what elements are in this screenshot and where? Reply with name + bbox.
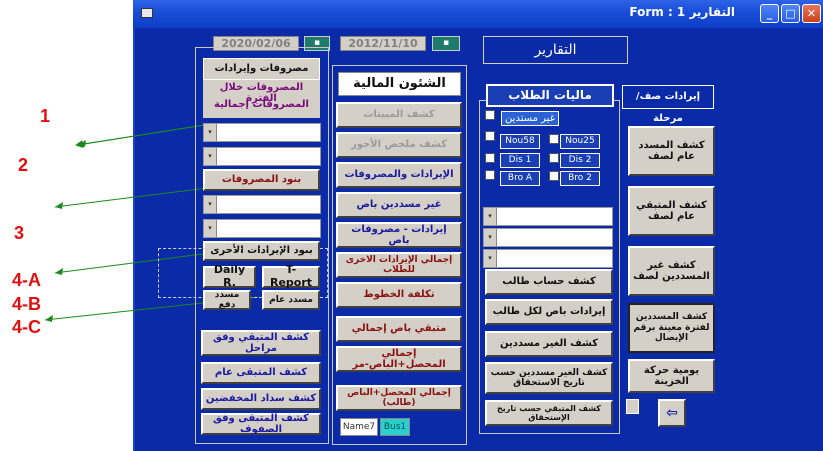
chip-checkbox[interactable] bbox=[549, 171, 559, 181]
dropdown-icon[interactable]: ▾ bbox=[204, 124, 217, 141]
chip-nou25[interactable]: Nou25 bbox=[560, 134, 600, 149]
unpaid-filter[interactable]: غير مستدين bbox=[501, 111, 559, 126]
chip-dis2[interactable]: Dis 2 bbox=[560, 153, 600, 168]
t-report-button[interactable]: T-Report bbox=[262, 264, 320, 289]
remaining-by-class-button[interactable]: كشف المتبقى وفق الصفوف bbox=[201, 413, 321, 435]
chip-checkbox[interactable] bbox=[485, 153, 495, 163]
receipt-period-button[interactable]: كشف المسددين لفترة معينة برقم الإيصال bbox=[628, 303, 715, 353]
dropdown-icon[interactable]: ▾ bbox=[484, 208, 497, 225]
chip-checkbox[interactable] bbox=[485, 170, 495, 180]
combo-4[interactable]: ▾ bbox=[203, 219, 321, 238]
wages-summary-button[interactable]: كشف ملخص الأجور bbox=[336, 132, 462, 158]
chip-nou58[interactable]: Nou58 bbox=[500, 134, 540, 149]
dropdown-icon[interactable]: ▾ bbox=[204, 196, 217, 213]
bus-remaining-total-button[interactable]: متبقي باص إجمالي bbox=[336, 316, 462, 342]
dropdown-icon[interactable]: ▾ bbox=[484, 250, 497, 267]
chip-checkbox[interactable] bbox=[549, 134, 559, 144]
unpaid-list-button[interactable]: كشف الغير مسددين bbox=[485, 331, 613, 357]
chip-checkbox[interactable] bbox=[485, 131, 495, 141]
unpaid-by-due-date-button[interactable]: كشف الغير مسددين حسب تاريخ الاستحقاق bbox=[485, 362, 613, 394]
dropdown-icon[interactable]: ▾ bbox=[204, 220, 217, 237]
combo-2[interactable]: ▾ bbox=[203, 147, 321, 166]
left-panel-title: مصروفات وإيرادات إجمالية bbox=[203, 58, 320, 94]
class-paid-button[interactable]: كشف المسدد عام لصف bbox=[628, 126, 715, 176]
combo-3[interactable]: ▾ bbox=[203, 195, 321, 214]
bus-income-per-student-button[interactable]: إيرادات باص لكل طالب bbox=[485, 299, 613, 325]
dropdown-icon[interactable]: ▾ bbox=[484, 229, 497, 246]
expenses-total-item[interactable]: المصروفات إجمالية bbox=[203, 99, 320, 115]
income-expenses-button[interactable]: الإيرادات والمصروفات bbox=[336, 162, 462, 188]
bus-unpaid-button[interactable]: غير مسددين باص bbox=[336, 192, 462, 218]
small-button[interactable] bbox=[626, 399, 639, 414]
student-combo-2[interactable]: ▾ bbox=[483, 228, 613, 247]
bus-income-expenses-button[interactable]: إيرادات - مصروفات باص bbox=[336, 222, 462, 248]
collected-plus-bus-button[interactable]: إجمالي المحصل+الباص-مر bbox=[336, 346, 462, 372]
chip-bro2[interactable]: Bro 2 bbox=[560, 171, 600, 186]
class-income-title: إيرادات صف/مرحلة bbox=[622, 85, 714, 124]
treasury-daily-button[interactable]: يومية حركة الخزينة bbox=[628, 359, 715, 393]
finance-panel-title: الشئون المالية bbox=[338, 72, 461, 96]
student-combo-3[interactable]: ▾ bbox=[483, 249, 613, 268]
discounted-payments-button[interactable]: كشف سداد المخفضين bbox=[201, 388, 321, 410]
bus-field[interactable]: Bus1 bbox=[380, 418, 410, 436]
date-picker-button-2[interactable]: ▪ bbox=[432, 36, 460, 51]
chip-checkbox[interactable] bbox=[549, 153, 559, 163]
page-header: التقارير bbox=[483, 36, 628, 64]
date-field-2[interactable]: 2012/11/10 bbox=[340, 36, 426, 51]
collected-plus-bus-student-button[interactable]: إجمالي المحصل+الباص (طالب) bbox=[336, 385, 462, 411]
filter-checkbox[interactable] bbox=[485, 110, 495, 120]
other-student-income-button[interactable]: إجمالي الإيرادات الاخرى للطلاب bbox=[336, 252, 462, 278]
class-unpaid-button[interactable]: كشف غير المسددين لصف bbox=[628, 246, 715, 296]
dropdown-icon[interactable]: ▾ bbox=[204, 148, 217, 165]
expenses-period-item[interactable]: المصروفات خلال الفترة bbox=[203, 82, 320, 104]
exit-icon[interactable]: ⇦ bbox=[658, 399, 686, 427]
chip-dis1[interactable]: Dis 1 bbox=[500, 153, 540, 168]
accommodations-button[interactable]: كشف المبيتات bbox=[336, 102, 462, 128]
paid-year-button[interactable]: مسدد عام bbox=[262, 290, 320, 310]
student-combo-1[interactable]: ▾ bbox=[483, 207, 613, 226]
remaining-by-stage-button[interactable]: كشف المتبقي وفق مراحل bbox=[201, 330, 321, 356]
chip-bro-a[interactable]: Bro A bbox=[500, 171, 540, 186]
student-account-button[interactable]: كشف حساب طالب bbox=[485, 269, 613, 295]
lines-cost-button[interactable]: تكلفة الخطوط bbox=[336, 282, 462, 308]
name-field[interactable]: Name7 bbox=[340, 418, 378, 436]
remaining-general-button[interactable]: كشف المتبقى عام bbox=[201, 362, 321, 384]
expense-items-button[interactable]: بنود المصروفات bbox=[203, 169, 320, 191]
paid-payment-button[interactable]: مسدد دفع bbox=[203, 290, 251, 310]
combo-1[interactable]: ▾ bbox=[203, 123, 321, 142]
daily-report-button[interactable]: Daily R. bbox=[203, 264, 256, 289]
students-panel-title: ماليات الطلاب bbox=[486, 84, 614, 107]
class-remaining-button[interactable]: كشف المتبقي عام لصف bbox=[628, 186, 715, 236]
remaining-by-due-date-button[interactable]: كشف المتبقي حسب تاريخ الإستحقاق bbox=[485, 400, 613, 426]
